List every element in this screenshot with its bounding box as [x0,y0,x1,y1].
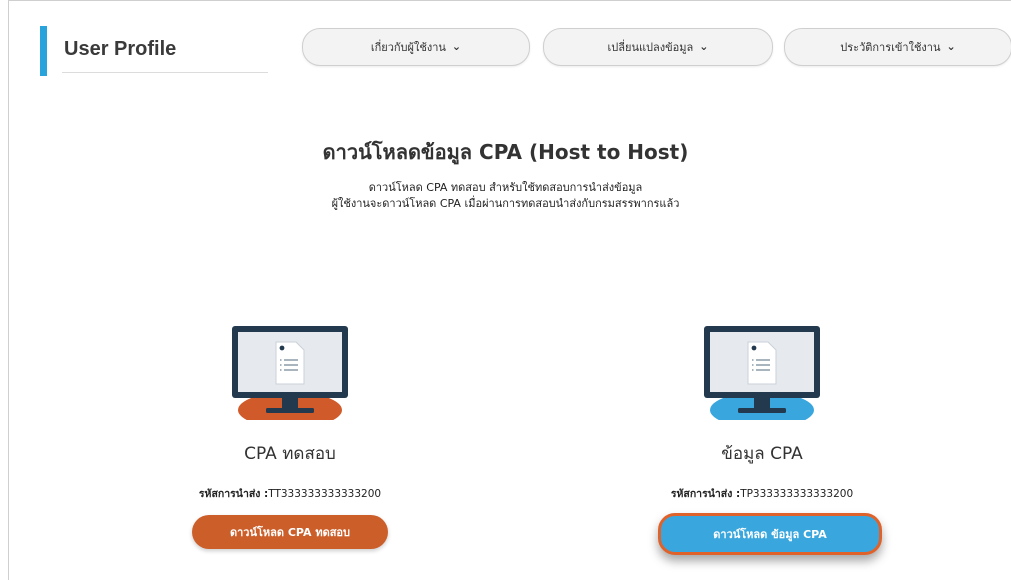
chevron-down-icon: ⌄ [699,39,709,53]
submission-code-label: รหัสการนำส่ง : [198,488,269,500]
description-line-1: ดาวน์โหลด CPA ทดสอบ สำหรับใช้ทดสอบการนำส… [368,181,643,194]
card-title: CPA ทดสอบ [244,444,336,464]
profile-header: User Profile [40,26,268,76]
header-divider [62,72,268,73]
computer-document-icon [642,322,882,422]
main-title: ดาวน์โหลดข้อมูล CPA (Host to Host) [322,140,689,164]
submission-code: รหัสการนำส่ง :TT333333333333200 [160,485,420,502]
chevron-down-icon: ⌄ [946,39,956,53]
description: ดาวน์โหลด CPA ทดสอบ สำหรับใช้ทดสอบการนำส… [0,180,1011,212]
page-title: User Profile [64,38,177,60]
tab-label: เปลี่ยนแปลงข้อมูล [607,41,694,54]
cpa-data-card: ข้อมูล CPA รหัสการนำส่ง :TP3333333333332… [642,322,882,555]
computer-document-icon [170,322,410,422]
tab-about-user[interactable]: เกี่ยวกับผู้ใช้งาน ⌄ [302,28,530,66]
tab-access-history[interactable]: ประวัติการเข้าใช้งาน ⌄ [784,28,1011,66]
header-accent-bar [40,26,47,76]
submission-code-value: TP333333333333200 [740,488,854,500]
tab-label: ประวัติการเข้าใช้งาน [840,41,941,54]
tab-label: เกี่ยวกับผู้ใช้งาน [370,41,446,54]
submission-code-value: TT333333333333200 [268,488,382,500]
chevron-down-icon: ⌄ [451,39,462,53]
description-line-2: ผู้ใช้งานจะดาวน์โหลด CPA เมื่อผ่านการทดส… [331,197,680,210]
tab-change-info[interactable]: เปลี่ยนแปลงข้อมูล ⌄ [543,28,773,66]
submission-code-label: รหัสการนำส่ง : [670,488,741,500]
submission-code: รหัสการนำส่ง :TP333333333333200 [632,485,892,502]
download-cpa-test-button[interactable]: ดาวน์โหลด CPA ทดสอบ [192,515,388,549]
card-title: ข้อมูล CPA [721,444,803,464]
download-cpa-data-button[interactable]: ดาวน์โหลด ข้อมูล CPA [658,513,882,555]
cpa-test-card: CPA ทดสอบ รหัสการนำส่ง :TT33333333333320… [170,322,410,549]
